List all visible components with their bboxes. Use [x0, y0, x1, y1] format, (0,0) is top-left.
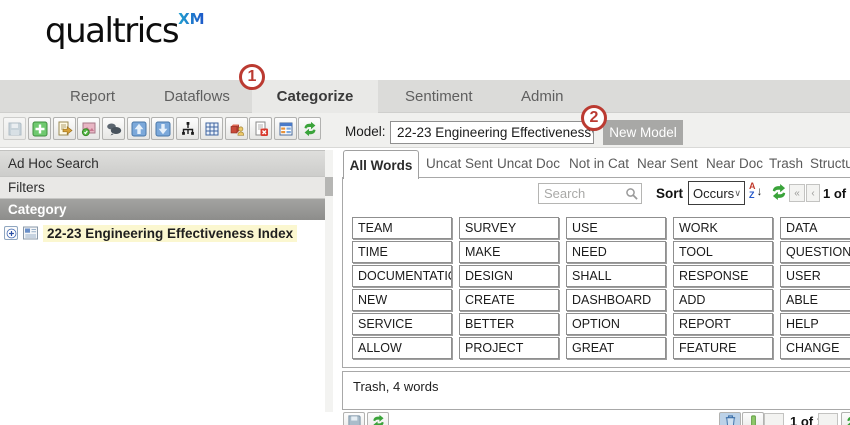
word-button[interactable]: USE: [566, 217, 666, 239]
hierarchy-icon[interactable]: [176, 117, 199, 140]
tab-near-doc[interactable]: Near Doc: [706, 156, 763, 171]
nav-tab-categorize[interactable]: Categorize: [252, 80, 378, 113]
logo-xm-superscript: XM: [178, 10, 205, 28]
word-button[interactable]: PROJECT: [459, 337, 559, 359]
pagination-status: 1 of 56: [823, 186, 850, 201]
trash-icon[interactable]: [719, 412, 741, 425]
word-button[interactable]: ALLOW: [352, 337, 452, 359]
app-window: qualtricsXM Report Dataflows Categorize …: [0, 0, 850, 425]
category-tree-item-label[interactable]: 22-23 Engineering Effectiveness Index: [43, 225, 297, 242]
word-button[interactable]: GREAT: [566, 337, 666, 359]
word-button[interactable]: FEATURE: [673, 337, 773, 359]
refresh-words-icon[interactable]: [770, 183, 788, 201]
refresh-icon[interactable]: [367, 412, 389, 425]
word-button[interactable]: TEAM: [352, 217, 452, 239]
delete-document-icon[interactable]: [249, 117, 272, 140]
word-button[interactable]: MAKE: [459, 241, 559, 263]
word-button[interactable]: TIME: [352, 241, 452, 263]
move-down-icon[interactable]: [151, 117, 174, 140]
sort-label: Sort: [656, 186, 683, 201]
sidebar-section-adhoc-search[interactable]: Ad Hoc Search: [0, 150, 325, 176]
word-button[interactable]: OPTION: [566, 313, 666, 335]
word-button[interactable]: RESPONSE: [673, 265, 773, 287]
sidebar-section-category[interactable]: Category: [0, 199, 325, 220]
comments-icon[interactable]: [102, 117, 125, 140]
search-icon[interactable]: [625, 187, 639, 201]
sidebar-scrollbar-thumb[interactable]: [325, 177, 333, 196]
word-button[interactable]: HELP: [780, 313, 850, 335]
word-button[interactable]: SHALL: [566, 265, 666, 287]
word-button[interactable]: ABLE: [780, 289, 850, 311]
qualtrics-logo: qualtricsXM: [45, 10, 205, 51]
expand-plus-icon[interactable]: [4, 226, 18, 240]
word-grid: TEAM SURVEY USE WORK DATA TIME MAKE NEED…: [352, 217, 850, 359]
sort-select-value: Occurs: [693, 186, 734, 201]
tab-not-in-cat[interactable]: Not in Cat: [569, 156, 629, 171]
pagination-first-button[interactable]: «: [789, 184, 805, 202]
word-button[interactable]: CHANGE: [780, 337, 850, 359]
model-select[interactable]: 22-23 Engineering Effectiveness ▾: [390, 121, 594, 144]
word-button[interactable]: DOCUMENTATION: [352, 265, 452, 287]
sort-select[interactable]: Occurs ∨: [688, 181, 745, 205]
new-model-button[interactable]: New Model: [603, 120, 683, 145]
tab-uncat-sent[interactable]: Uncat Sent: [426, 156, 493, 171]
grid-icon[interactable]: [200, 117, 223, 140]
sidebar-scrollbar[interactable]: [325, 150, 333, 412]
word-button[interactable]: WORK: [673, 217, 773, 239]
model-select-value: 22-23 Engineering Effectiveness: [397, 125, 591, 140]
pagination-next-button[interactable]: [818, 413, 838, 425]
search-input[interactable]: [539, 186, 625, 201]
word-button[interactable]: SURVEY: [459, 217, 559, 239]
save-icon[interactable]: [343, 412, 365, 425]
add-icon[interactable]: [28, 117, 51, 140]
move-up-icon[interactable]: [127, 117, 150, 140]
word-button[interactable]: DESIGN: [459, 265, 559, 287]
image-approve-icon[interactable]: [77, 117, 100, 140]
add-word-icon[interactable]: [742, 412, 764, 425]
nav-tab-sentiment[interactable]: Sentiment: [405, 80, 473, 113]
toolbar-strip: Model: 22-23 Engineering Effectiveness ▾…: [0, 113, 850, 148]
refresh-icon[interactable]: [298, 117, 321, 140]
package-user-icon[interactable]: [225, 117, 248, 140]
trash-status-text: Trash, 4 words: [353, 379, 439, 394]
tab-near-sent[interactable]: Near Sent: [637, 156, 698, 171]
report-table-icon[interactable]: [274, 117, 297, 140]
word-button[interactable]: NEED: [566, 241, 666, 263]
word-button[interactable]: DATA: [780, 217, 850, 239]
pagination-prev-button[interactable]: [764, 413, 784, 425]
pagination-prev-button[interactable]: ‹: [806, 184, 820, 202]
word-button[interactable]: REPORT: [673, 313, 773, 335]
word-button[interactable]: BETTER: [459, 313, 559, 335]
top-nav-bar: Report Dataflows Categorize Sentiment Ad…: [0, 80, 850, 113]
sidebar-section-filters[interactable]: Filters: [0, 176, 325, 199]
nav-tab-report[interactable]: Report: [70, 80, 115, 113]
tab-all-words[interactable]: All Words: [343, 150, 419, 179]
word-button[interactable]: NEW: [352, 289, 452, 311]
chevron-down-icon: ∨: [734, 188, 741, 199]
category-tree-item[interactable]: 22-23 Engineering Effectiveness Index: [4, 223, 297, 243]
model-label: Model:: [345, 124, 386, 139]
word-button[interactable]: SERVICE: [352, 313, 452, 335]
logo-brand-text: qualtrics: [45, 11, 178, 51]
nav-tab-admin[interactable]: Admin: [521, 80, 564, 113]
tab-structure[interactable]: Structure: [810, 156, 850, 171]
export-document-icon[interactable]: [53, 117, 76, 140]
annotation-step-2: 2: [581, 105, 607, 131]
annotation-step-1: 1: [239, 64, 265, 90]
word-button[interactable]: ADD: [673, 289, 773, 311]
search-box: [538, 183, 642, 204]
word-button[interactable]: CREATE: [459, 289, 559, 311]
nav-tab-dataflows[interactable]: Dataflows: [164, 80, 230, 113]
word-button[interactable]: USER: [780, 265, 850, 287]
save-icon[interactable]: [3, 117, 26, 140]
category-node-icon: [22, 225, 39, 241]
word-button[interactable]: QUESTION: [780, 241, 850, 263]
word-button[interactable]: DASHBOARD: [566, 289, 666, 311]
refresh-icon[interactable]: [841, 412, 850, 425]
trash-status-panel: Trash, 4 words: [342, 371, 850, 410]
word-button[interactable]: TOOL: [673, 241, 773, 263]
tab-trash[interactable]: Trash: [769, 156, 803, 171]
tab-uncat-doc[interactable]: Uncat Doc: [497, 156, 560, 171]
sort-az-icon[interactable]: AZ ↓: [749, 182, 769, 202]
